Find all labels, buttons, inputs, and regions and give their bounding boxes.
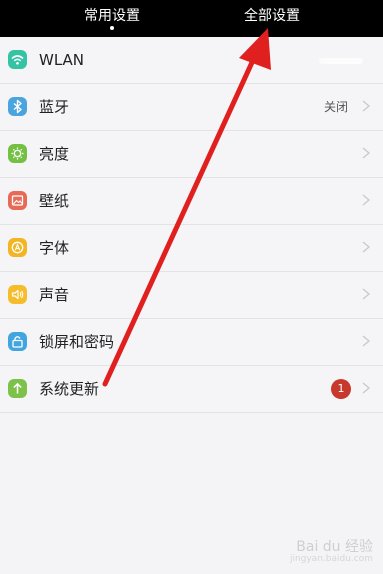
watermark-brand: Bai du 经验	[296, 539, 373, 555]
watermark-url: jingyan.baidu.com	[289, 554, 373, 564]
baidu-watermark: Bai du 经验 jingyan.baidu.com	[290, 536, 373, 564]
annotation-arrow	[102, 28, 271, 387]
